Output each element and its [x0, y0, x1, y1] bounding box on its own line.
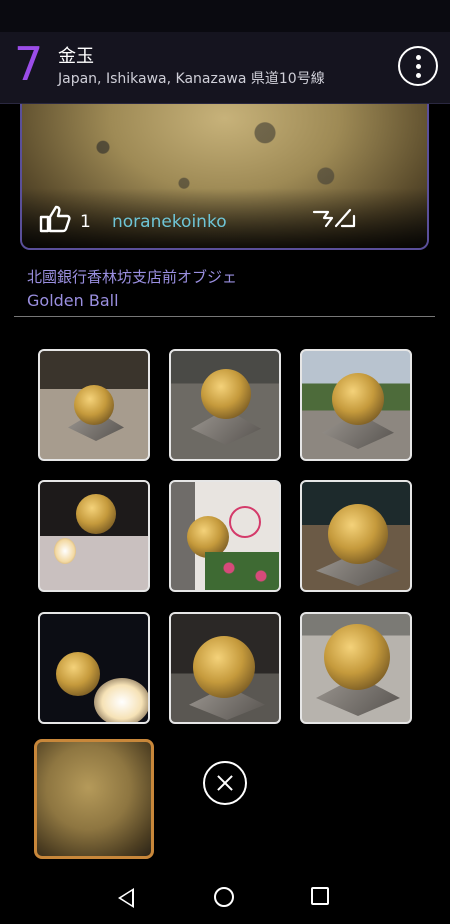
gallery-thumbnail-8[interactable]	[169, 612, 281, 724]
dot-icon	[416, 55, 421, 60]
golden-ball	[193, 636, 255, 698]
gallery-thumbnail-4[interactable]	[38, 480, 150, 592]
golden-ball	[328, 504, 388, 564]
gallery-thumbnail-6[interactable]	[300, 480, 412, 592]
golden-ball	[56, 652, 100, 696]
thumbs-up-icon[interactable]	[38, 204, 72, 234]
divider	[14, 316, 435, 317]
more-options-button[interactable]	[398, 46, 438, 86]
gallery-thumbnail-7[interactable]	[38, 612, 150, 724]
selected-photo-thumbnail[interactable]	[34, 739, 154, 859]
author-link[interactable]: noranekoinko	[112, 212, 227, 232]
main-photo[interactable]: 1 noranekoinko	[20, 104, 429, 250]
description-english: Golden Ball	[27, 291, 119, 310]
sign-logo	[229, 506, 261, 538]
recents-icon[interactable]	[311, 887, 329, 905]
status-bar	[0, 0, 450, 32]
location-subtitle: Japan, Ishikawa, Kanazawa 県道10号線	[58, 71, 325, 87]
gallery-thumbnail-2[interactable]	[169, 349, 281, 461]
gallery-thumbnail-9[interactable]	[300, 612, 412, 724]
report-flag-icon[interactable]	[312, 206, 358, 232]
system-navigation-bar	[0, 870, 450, 924]
lamp	[94, 678, 148, 722]
golden-ball	[332, 373, 384, 425]
gallery-thumbnail-1[interactable]	[38, 349, 150, 461]
flower-bed	[205, 552, 279, 590]
dot-icon	[416, 64, 421, 69]
page-title: 金玉	[58, 46, 94, 67]
header: 7 金玉 Japan, Ishikawa, Kanazawa 県道10号線	[0, 32, 450, 104]
like-count: 1	[80, 212, 91, 232]
gallery-thumbnail-3[interactable]	[300, 349, 412, 461]
gallery-thumbnail-5[interactable]	[169, 480, 281, 592]
dot-icon	[416, 73, 421, 78]
description-japanese: 北國銀行香林坊支店前オブジェ	[27, 268, 238, 286]
close-circle-icon[interactable]	[203, 761, 247, 805]
lamp	[54, 538, 76, 564]
back-icon[interactable]	[118, 888, 134, 908]
home-icon[interactable]	[214, 887, 234, 907]
golden-ball	[76, 494, 116, 534]
rank-number: 7	[14, 37, 44, 91]
golden-ball	[201, 369, 251, 419]
golden-ball	[74, 385, 114, 425]
golden-ball	[324, 624, 390, 690]
